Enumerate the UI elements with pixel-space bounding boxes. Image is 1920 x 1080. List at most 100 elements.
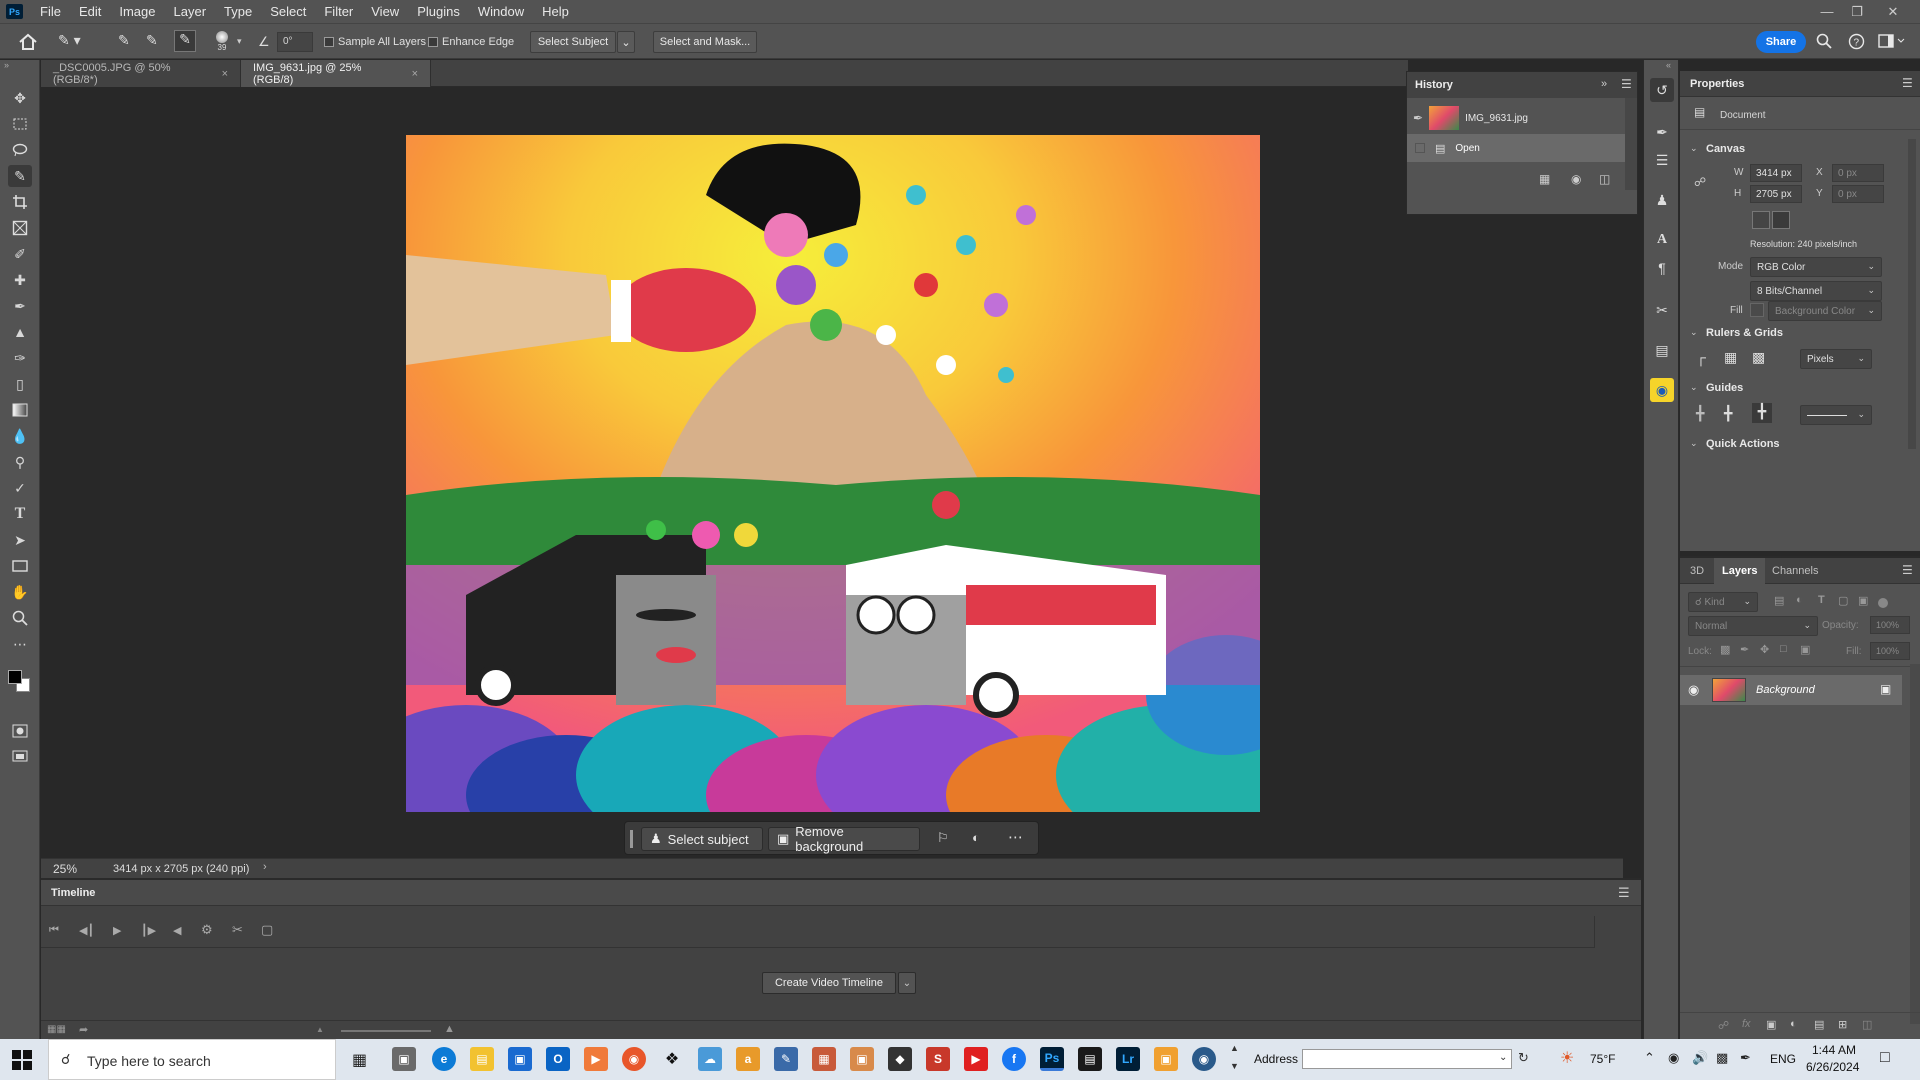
app-icon[interactable]: ▣ [850,1047,874,1071]
history-step-open[interactable]: ▤ Open [1407,134,1625,162]
photoshop-taskbar-icon[interactable]: Ps [1040,1047,1064,1071]
taskbar-scroll-up-icon[interactable]: ▲ [1230,1043,1239,1053]
lock-artboard-icon[interactable]: □ [1780,643,1787,655]
history-panel-icon[interactable]: ↺ [1650,78,1674,102]
refresh-icon[interactable]: ↻ [1518,1050,1529,1066]
restore-icon[interactable]: ❐ [1842,0,1872,23]
rulers-chevron-icon[interactable]: ⌄ [1690,327,1698,338]
address-dropdown-icon[interactable]: ⌄ [1499,1052,1507,1063]
tools-preset-icon[interactable]: ✂ [1650,298,1674,322]
tab-3d[interactable]: 3D [1682,558,1712,584]
minimize-icon[interactable]: — [1812,0,1842,23]
history-scrollbar[interactable] [1625,98,1637,190]
scissors-icon[interactable]: ✂ [232,922,243,938]
volume-icon[interactable]: 🔊 [1692,1050,1708,1066]
character-panel-icon[interactable]: A [1650,228,1674,252]
properties-scrollbar[interactable] [1908,139,1916,449]
trash-icon[interactable]: ◫ [1599,172,1610,186]
history-menu-icon[interactable]: ☰ [1621,77,1632,91]
guide-style-select[interactable]: ⌄ [1800,405,1872,425]
task-view-icon[interactable]: ▦ [352,1050,367,1070]
type-tool-icon[interactable]: T [8,503,32,525]
brush-dropdown-icon[interactable]: ▾ [237,36,242,47]
filter-pixel-icon[interactable]: ▤ [1774,594,1784,607]
clock-time[interactable]: 1:44 AM [1812,1043,1856,1057]
foreground-color-swatch[interactable] [8,670,22,684]
rulers-icon[interactable]: ┌ [1696,349,1706,365]
width-input[interactable]: 3414 px [1750,164,1802,182]
zoom-tool-icon[interactable] [8,607,32,629]
units-select[interactable]: Pixels ⌄ [1800,349,1872,369]
shield-app-icon[interactable]: ◆ [888,1047,912,1071]
remove-background-button[interactable]: ▣ Remove background [768,824,920,854]
brush-settings-icon[interactable]: ✒ [1650,120,1674,144]
height-input[interactable]: 2705 px [1750,185,1802,203]
calculator-icon[interactable]: ▦ [812,1047,836,1071]
steam-app-icon[interactable]: ◉ [1192,1047,1216,1071]
menu-view[interactable]: View [362,0,408,23]
move-tool-icon[interactable]: ✥ [8,87,32,109]
tab-layers[interactable]: Layers [1714,558,1766,584]
blur-tool-icon[interactable]: 💧 [8,425,32,447]
smart-guides-icon[interactable]: ╋ [1752,403,1772,423]
store-icon[interactable]: ▣ [508,1047,532,1071]
quick-mask-icon[interactable] [8,720,32,742]
zoom-out-icon[interactable]: ▲ [316,1025,324,1034]
file-explorer-icon[interactable]: ▤ [470,1047,494,1071]
brush-picker[interactable]: 39 [212,29,232,57]
menu-layer[interactable]: Layer [165,0,216,23]
photos-app-icon[interactable]: ▣ [392,1047,416,1071]
marquee-tool-icon[interactable] [8,113,32,135]
audio-icon[interactable]: ◀ [173,924,181,937]
menu-select[interactable]: Select [261,0,315,23]
search-icon[interactable] [1816,33,1832,49]
link-icon[interactable]: ☍ [1694,175,1706,189]
share-button[interactable]: Share [1756,31,1806,53]
subtract-selection-icon[interactable]: ✎ [174,30,196,52]
firefox-icon[interactable]: ◉ [622,1047,646,1071]
outlook-icon[interactable]: O [546,1047,570,1071]
fill-select[interactable]: Background Color ⌄ [1768,301,1882,321]
lock-pixels-icon[interactable]: ✒ [1740,643,1749,656]
first-frame-icon[interactable]: ⏮ [49,924,59,937]
tab-img-9631[interactable]: IMG_9631.jpg @ 25% (RGB/8) × [241,60,431,87]
new-document-from-state-icon[interactable]: ▦ [1539,172,1550,186]
play-icon[interactable]: ▶ [113,924,121,937]
paragraph-panel-icon[interactable]: ¶ [1650,256,1674,280]
healing-brush-tool-icon[interactable]: ✚ [8,269,32,291]
document-canvas-image[interactable] [406,135,1260,812]
address-input[interactable]: ⌄ [1302,1049,1512,1069]
plugin-eye-icon[interactable]: ◉ [1650,378,1674,402]
brush-tool-icon[interactable]: ✒ [8,295,32,317]
history-brush-source-icon[interactable]: ✒ [1413,111,1423,125]
close-tab-icon[interactable]: × [412,68,418,80]
layers-menu-icon[interactable]: ☰ [1902,563,1913,577]
menu-window[interactable]: Window [469,0,533,23]
bit-depth-select[interactable]: 8 Bits/Channel ⌄ [1750,281,1882,301]
portrait-orientation-icon[interactable] [1752,211,1770,229]
sticky-notes-icon[interactable]: ▤ [1078,1047,1102,1071]
menu-help[interactable]: Help [533,0,578,23]
quick-actions-title[interactable]: Quick Actions [1706,438,1780,450]
rulers-grids-title[interactable]: Rulers & Grids [1706,327,1783,339]
more-options-icon[interactable]: ⋯ [1008,828,1023,846]
filter-shape-icon[interactable]: ▢ [1838,594,1848,607]
lasso-tool-icon[interactable] [8,139,32,161]
snip-app-icon[interactable]: S [926,1047,950,1071]
network-icon[interactable]: ◉ [1668,1050,1679,1066]
history-snapshot[interactable]: ✒ IMG_9631.jpg [1407,104,1625,132]
chevron-right-icon[interactable]: › [263,861,267,873]
display-icon[interactable]: ▩ [1716,1050,1728,1066]
notifications-icon[interactable]: □ [1880,1049,1890,1067]
color-mode-select[interactable]: RGB Color ⌄ [1750,257,1882,277]
layer-name[interactable]: Background [1756,684,1815,696]
tab-dsc0005[interactable]: _DSC0005.JPG @ 50% (RGB/8*) × [41,60,241,87]
canvas-chevron-icon[interactable]: ⌄ [1690,143,1698,154]
hand-tool-icon[interactable]: ✋ [8,581,32,603]
enhance-edge-checkbox[interactable] [428,37,438,47]
close-tab-icon[interactable]: × [222,68,228,80]
pixel-grid-icon[interactable]: ▩ [1752,349,1765,366]
clone-stamp-tool-icon[interactable]: ▲ [8,321,32,343]
zoom-level[interactable]: 25% [53,862,77,876]
next-frame-icon[interactable]: ┃▶ [141,924,156,937]
